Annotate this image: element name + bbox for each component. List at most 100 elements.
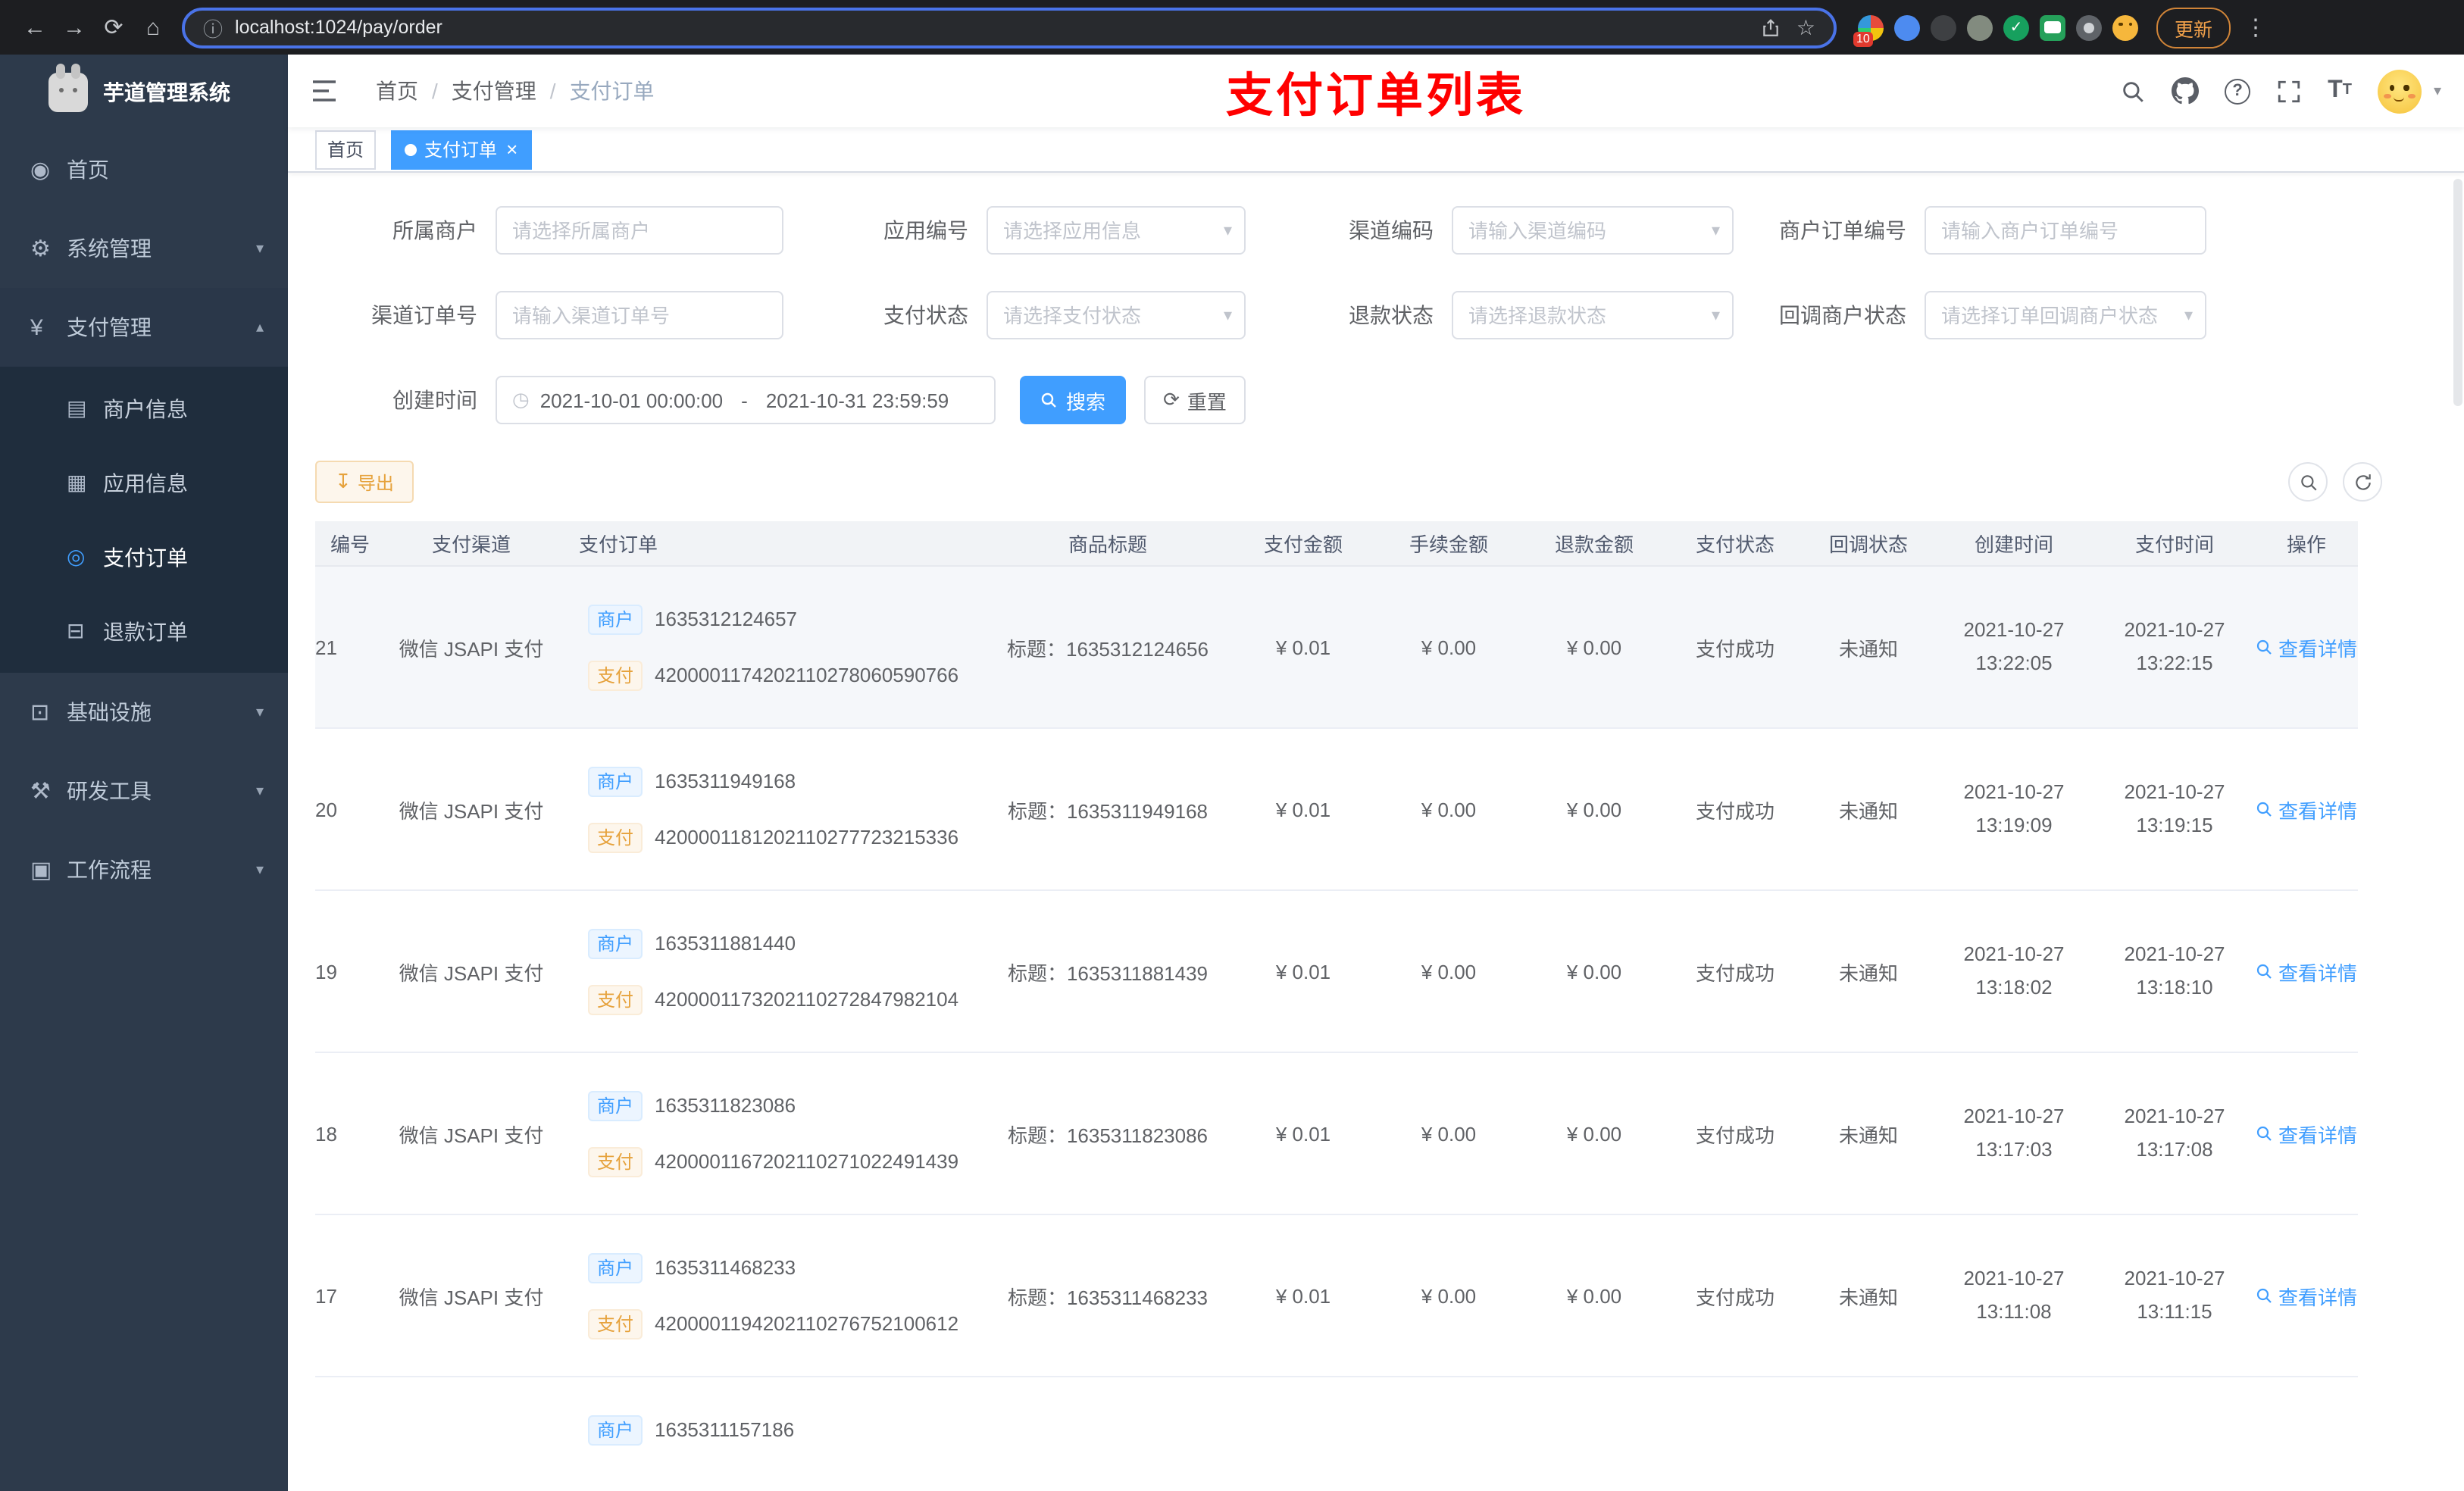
date-end[interactable]: 2021-10-31 23:59:59: [766, 389, 949, 411]
table-body: 21 微信 JSAPI 支付 商户 1635312124657 支付 42000…: [315, 567, 2358, 1491]
sidebar-item-refund-order[interactable]: ⊟ 退款订单: [0, 594, 288, 668]
refresh-table-icon[interactable]: [2343, 462, 2382, 502]
browser-home-icon[interactable]: ⌂: [133, 8, 173, 47]
order-id-cell: 17: [315, 1284, 337, 1307]
grid-icon: ▦: [67, 470, 87, 494]
view-detail-link[interactable]: 查看详情: [2256, 1281, 2357, 1310]
avatar-caret-icon[interactable]: ▾: [2434, 83, 2441, 99]
clock-icon: ◷: [512, 388, 530, 411]
create-clock: 13:11:08: [1976, 1300, 2052, 1323]
tab-pay-order[interactable]: 支付订单 ×: [391, 130, 532, 169]
search-icon[interactable]: [2120, 78, 2146, 104]
sidebar-item-system[interactable]: ⚙ 系统管理 ▾: [0, 209, 288, 288]
browser-forward-icon[interactable]: →: [55, 8, 94, 47]
pay-amount-cell: [1230, 1377, 1376, 1491]
payment-submenu: ▤ 商户信息 ▦ 应用信息 ◎ 支付订单 ⊟ 退款订单: [0, 367, 288, 673]
view-detail-link[interactable]: 查看详情: [2256, 957, 2357, 986]
product-title-cell: [985, 1377, 1230, 1491]
app-logo[interactable]: 芋道管理系统: [0, 55, 288, 130]
browser-menu-icon[interactable]: ⋮: [2244, 14, 2267, 41]
search-button[interactable]: 搜索: [1020, 376, 1126, 424]
site-info-icon[interactable]: ⓘ: [203, 13, 223, 42]
callback-status-input[interactable]: [1925, 291, 2206, 339]
fee-amount-cell: ¥ 0.00: [1421, 1122, 1477, 1145]
refund-status-input[interactable]: [1452, 291, 1734, 339]
table-row: 17 微信 JSAPI 支付 商户 1635311468233 支付 42000…: [315, 1215, 2358, 1377]
create-clock: 13:22:05: [1975, 652, 2053, 674]
gear-icon: ⚙: [30, 236, 51, 262]
sidebar-item-devtool[interactable]: ⚒ 研发工具 ▾: [0, 752, 288, 830]
sidebar-item-label: 支付订单: [103, 545, 188, 569]
address-bar[interactable]: ⓘ localhost:1024/pay/order ☆: [182, 7, 1837, 48]
toggle-search-icon[interactable]: [2288, 462, 2328, 502]
fullscreen-icon[interactable]: [2276, 78, 2302, 104]
merchant-order-no-input[interactable]: [1925, 206, 2206, 255]
create-clock: 13:18:02: [1975, 976, 2053, 999]
font-size-icon[interactable]: TT: [2328, 78, 2352, 103]
extension-dark-icon[interactable]: [1931, 14, 1956, 40]
extension-gray-icon[interactable]: [1967, 14, 1993, 40]
merchant-badge: 商户: [588, 766, 643, 796]
navbar: 首页 / 支付管理 / 支付订单 支付订单列表 ? T T ▾: [288, 55, 2464, 127]
pay-status-input[interactable]: [987, 291, 1246, 339]
sidebar-item-infra[interactable]: ⊡ 基础设施 ▾: [0, 673, 288, 752]
extension-chat-icon[interactable]: [2040, 14, 2065, 40]
merchant-badge: 商户: [588, 604, 643, 634]
create-time-cell: 2021-10-27 13:17:03: [1934, 1053, 2094, 1214]
tab-home[interactable]: 首页: [315, 130, 377, 169]
browser-reload-icon[interactable]: ⟳: [94, 8, 133, 47]
export-button[interactable]: ↧ 导出: [315, 461, 414, 503]
scrollbar-thumb[interactable]: [2453, 179, 2462, 406]
sidebar-item-workflow[interactable]: ▣ 工作流程 ▾: [0, 830, 288, 909]
extensions-pin-icon[interactable]: [2076, 14, 2102, 40]
date-range-picker[interactable]: ◷ 2021-10-01 00:00:00 - 2021-10-31 23:59…: [496, 376, 996, 424]
extension-blue-icon[interactable]: [1894, 14, 1920, 40]
callback-status-select: ▾: [1925, 291, 2206, 339]
filter-row-3: 创建时间 ◷ 2021-10-01 00:00:00 - 2021-10-31 …: [315, 376, 2434, 424]
extension-check-icon[interactable]: ✓: [2003, 14, 2029, 40]
sidebar-item-merchant-info[interactable]: ▤ 商户信息: [0, 371, 288, 445]
pay-clock: 13:18:10: [2136, 976, 2213, 999]
channel-code-input[interactable]: [1452, 206, 1734, 255]
avatar[interactable]: [2377, 69, 2422, 113]
browser-update-button[interactable]: 更新: [2156, 7, 2231, 48]
pay-transaction-no: 4200001167202110271022491439: [655, 1150, 959, 1173]
product-title-cell: 标题：1635311881439: [1007, 961, 1209, 984]
bookmark-star-icon[interactable]: ☆: [1796, 14, 1815, 40]
breadcrumb-separator: /: [432, 79, 438, 103]
extension-colorful-icon[interactable]: 10: [1853, 14, 1884, 46]
breadcrumb-home[interactable]: 首页: [376, 76, 418, 106]
pay-badge: 支付: [588, 660, 643, 690]
app-select-input[interactable]: [987, 206, 1246, 255]
field-label: 所属商户: [392, 218, 477, 242]
view-detail-link[interactable]: 查看详情: [2256, 1119, 2357, 1148]
url-text[interactable]: localhost:1024/pay/order: [235, 17, 1750, 38]
sidebar-item-pay-order[interactable]: ◎ 支付订单: [0, 520, 288, 594]
channel-order-no-input[interactable]: [496, 291, 783, 339]
view-detail-link[interactable]: 查看详情: [2256, 795, 2357, 824]
action-cell: 查看详情: [2255, 1215, 2358, 1376]
merchant-order-no: 1635311823086: [655, 1094, 796, 1117]
browser-back-icon[interactable]: ←: [15, 8, 55, 47]
breadcrumb-pay-mgmt[interactable]: 支付管理: [452, 76, 536, 106]
refund-amount-cell: ¥ 0.00: [1566, 960, 1622, 983]
sidebar-item-home[interactable]: ◉ 首页: [0, 130, 288, 209]
action-cell: 查看详情: [2255, 1377, 2358, 1491]
extension-face-icon[interactable]: [2112, 14, 2138, 40]
github-icon[interactable]: [2172, 77, 2200, 105]
sidebar-item-payment[interactable]: ¥ 支付管理 ▴: [0, 288, 288, 367]
close-icon[interactable]: ×: [506, 139, 518, 159]
pay-status-cell: 支付成功: [1695, 637, 1775, 660]
sidebar-item-app-info[interactable]: ▦ 应用信息: [0, 445, 288, 520]
help-icon[interactable]: ?: [2225, 78, 2251, 104]
hamburger-icon[interactable]: [288, 79, 361, 103]
date-start[interactable]: 2021-10-01 00:00:00: [540, 389, 723, 411]
view-detail-link[interactable]: 查看详情: [2256, 633, 2357, 661]
create-clock: 13:19:09: [1975, 814, 2053, 836]
briefcase-icon: ▣: [30, 858, 52, 883]
merchant-input[interactable]: [496, 206, 783, 255]
field-label: 渠道编码: [1349, 218, 1434, 242]
create-date: 2021-10-27: [1963, 618, 2065, 641]
reset-button[interactable]: ⟳ 重置: [1144, 376, 1246, 424]
share-icon[interactable]: [1762, 17, 1781, 37]
